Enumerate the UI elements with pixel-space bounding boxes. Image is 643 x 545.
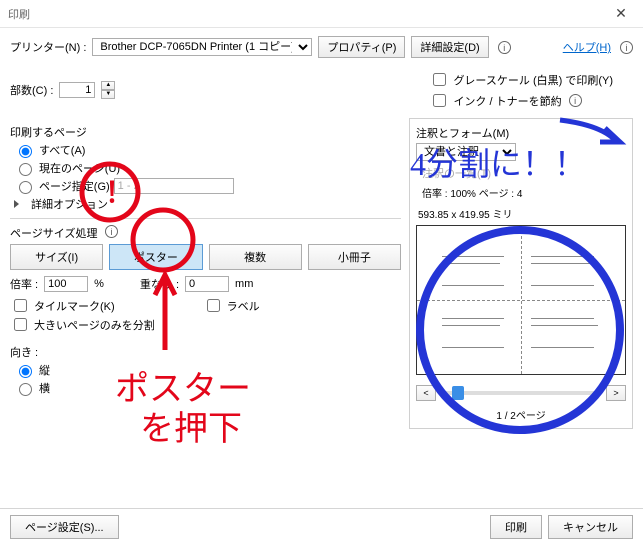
preview-dimensions: 593.85 x 419.95 ミリ bbox=[418, 206, 626, 221]
savetoner-info-icon[interactable]: i bbox=[569, 94, 582, 107]
help-info-icon[interactable]: i bbox=[620, 41, 633, 54]
comments-title: 注釈とフォーム(M) bbox=[416, 125, 626, 141]
copies-input[interactable] bbox=[59, 82, 95, 98]
next-page-button[interactable]: > bbox=[606, 385, 626, 401]
savetoner-check[interactable]: インク / トナーを節約 i bbox=[429, 91, 613, 110]
range-pages[interactable]: ページ指定(G) bbox=[14, 178, 401, 194]
page-slider[interactable] bbox=[442, 391, 600, 395]
advanced-button[interactable]: 詳細設定(D) bbox=[411, 36, 488, 58]
page-setup-button[interactable]: ページ設定(S)... bbox=[10, 515, 119, 539]
copies-spinner[interactable]: ▲ ▼ bbox=[101, 81, 115, 99]
grayscale-check[interactable]: グレースケール (白黒) で印刷(Y) bbox=[429, 70, 613, 89]
size-handling-info-icon[interactable]: i bbox=[105, 225, 118, 238]
savetoner-checkbox[interactable] bbox=[433, 94, 446, 107]
window-title: 印刷 bbox=[8, 6, 30, 22]
tilemarks-check[interactable]: タイルマーク(K) ラベル bbox=[10, 296, 401, 315]
orientation-title: 向き : bbox=[10, 344, 401, 360]
print-button[interactable]: 印刷 bbox=[490, 515, 542, 539]
cancel-button[interactable]: キャンセル bbox=[548, 515, 633, 539]
slider-thumb[interactable] bbox=[452, 386, 464, 400]
copies-row: 部数(C) : ▲ ▼ グレースケール (白黒) で印刷(Y) インク / トナ… bbox=[10, 70, 633, 110]
printer-label: プリンター(N) : bbox=[10, 39, 86, 55]
overlap-label: 重なり : bbox=[140, 276, 179, 292]
labels-checkbox[interactable] bbox=[207, 299, 220, 312]
chevron-right-icon bbox=[14, 200, 23, 208]
size-button[interactable]: サイズ(I) bbox=[10, 244, 103, 270]
booklet-button[interactable]: 小冊子 bbox=[308, 244, 401, 270]
printer-select[interactable]: Brother DCP-7065DN Printer (1 コピー) bbox=[92, 38, 312, 56]
print-range-title: 印刷するページ bbox=[10, 124, 401, 140]
multiple-button[interactable]: 複数 bbox=[209, 244, 302, 270]
preview-box bbox=[416, 225, 626, 375]
orient-landscape[interactable]: 横 bbox=[14, 380, 401, 396]
grayscale-checkbox[interactable] bbox=[433, 73, 446, 86]
prev-page-button[interactable]: < bbox=[416, 385, 436, 401]
scale-label: 倍率 : bbox=[10, 276, 38, 292]
split-large-check[interactable]: 大きいページのみを分割 bbox=[10, 315, 401, 334]
close-icon[interactable]: ✕ bbox=[607, 5, 635, 22]
summarize-comments: 注釈の一覧(T) bbox=[422, 168, 491, 180]
overlap-input[interactable] bbox=[185, 276, 229, 292]
zoom-info: 倍率 : 100% ページ : 4 bbox=[422, 185, 626, 200]
poster-button[interactable]: ポスター bbox=[109, 244, 202, 270]
orient-portrait[interactable]: 縦 bbox=[14, 362, 401, 378]
preview-panel: 注釈とフォーム(M) 文書と注釈 注釈の一覧(T) 倍率 : 100% ページ … bbox=[409, 118, 633, 429]
size-handling-title: ページサイズ処理 bbox=[10, 225, 401, 241]
range-all[interactable]: すべて(A) bbox=[14, 142, 401, 158]
spinner-up-icon[interactable]: ▲ bbox=[101, 81, 115, 90]
footer: ページ設定(S)... 印刷 キャンセル bbox=[0, 508, 643, 545]
help-link[interactable]: ヘルプ(H) bbox=[563, 39, 611, 55]
page-indicator: 1 / 2ページ bbox=[416, 407, 626, 422]
printer-row: プリンター(N) : Brother DCP-7065DN Printer (1… bbox=[10, 36, 633, 58]
comments-select[interactable]: 文書と注釈 bbox=[416, 143, 516, 161]
scale-input[interactable] bbox=[44, 276, 88, 292]
range-current[interactable]: 現在のページ(U) bbox=[14, 160, 401, 176]
pages-input bbox=[114, 178, 234, 194]
properties-button[interactable]: プロパティ(P) bbox=[318, 36, 405, 58]
titlebar: 印刷 ✕ bbox=[0, 0, 643, 28]
spinner-down-icon[interactable]: ▼ bbox=[101, 90, 115, 99]
copies-label: 部数(C) : bbox=[10, 82, 53, 98]
info-icon[interactable]: i bbox=[498, 41, 511, 54]
more-options[interactable]: 詳細オプション bbox=[14, 196, 401, 212]
